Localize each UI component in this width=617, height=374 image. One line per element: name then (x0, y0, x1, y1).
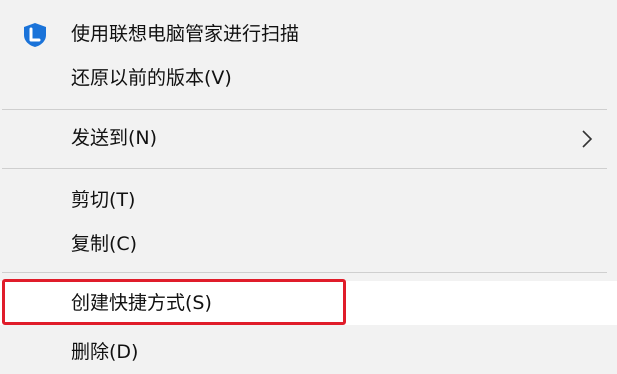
menu-item-label: 创建快捷方式(S) (71, 292, 212, 314)
menu-item-restore-previous[interactable]: 还原以前的版本(V) (0, 56, 617, 100)
menu-item-create-shortcut[interactable]: 创建快捷方式(S) (0, 281, 617, 325)
menu-item-send-to[interactable]: 发送到(N) (0, 116, 617, 160)
menu-item-lenovo-scan[interactable]: 使用联想电脑管家进行扫描 (0, 12, 617, 56)
lenovo-shield-icon (24, 23, 46, 47)
chevron-right-icon (582, 130, 593, 148)
context-menu: 使用联想电脑管家进行扫描 还原以前的版本(V) 发送到(N) 剪切(T) 复制(… (0, 0, 617, 363)
menu-item-label: 发送到(N) (71, 127, 158, 149)
menu-item-label: 删除(D) (71, 341, 139, 363)
menu-separator (2, 109, 607, 110)
menu-separator (2, 272, 607, 273)
menu-item-copy[interactable]: 复制(C) (0, 222, 617, 266)
menu-item-delete[interactable]: 删除(D) (0, 330, 617, 374)
menu-separator (2, 168, 607, 169)
menu-item-label: 剪切(T) (71, 189, 136, 211)
menu-item-cut[interactable]: 剪切(T) (0, 178, 617, 222)
menu-item-label: 复制(C) (71, 233, 138, 255)
menu-item-label: 使用联想电脑管家进行扫描 (71, 23, 300, 45)
menu-item-label: 还原以前的版本(V) (71, 67, 232, 89)
